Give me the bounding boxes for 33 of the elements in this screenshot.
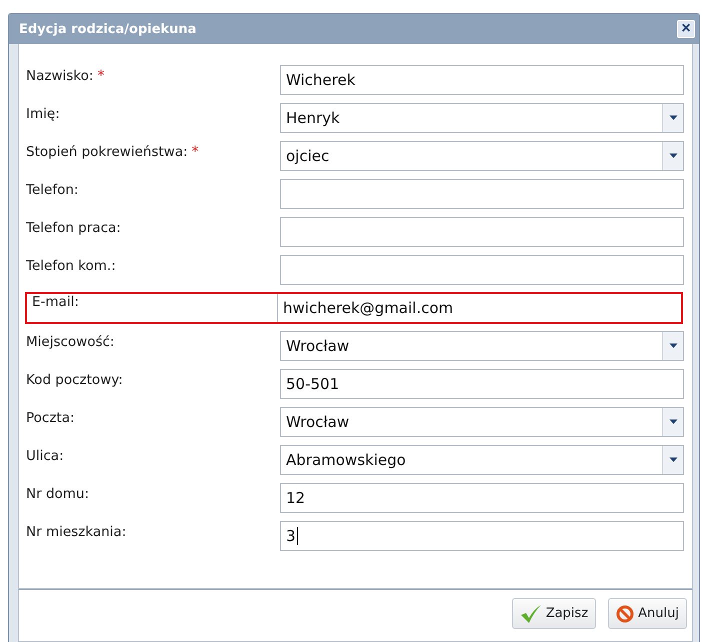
dropdown-field[interactable]: ojciec <box>280 141 684 171</box>
input-field[interactable]: 3 <box>280 521 684 551</box>
field-label: Miejscowość: <box>26 334 114 350</box>
field-label: Ulica: <box>26 448 64 464</box>
prohibited-icon <box>616 604 634 622</box>
field-label: Poczta: <box>26 410 75 426</box>
dropdown-field[interactable]: Abramowskiego <box>280 445 684 475</box>
field-label: Nr domu: <box>26 486 90 502</box>
dropdown-field[interactable]: Wrocław <box>280 407 684 437</box>
window-title: Edycja rodzica/opiekuna <box>19 22 196 36</box>
dropdown-field[interactable]: Wrocław <box>280 331 684 361</box>
field-label: Kod pocztowy: <box>26 372 123 388</box>
required-mark: * <box>192 144 199 160</box>
input-field[interactable] <box>280 217 684 247</box>
field-label: Telefon: <box>26 182 78 198</box>
input-field[interactable]: 50-501 <box>280 369 684 399</box>
field-label: Nazwisko: <box>26 68 94 84</box>
field-label: Telefon praca: <box>26 220 121 236</box>
input-field[interactable] <box>280 179 684 209</box>
input-field[interactable] <box>280 255 684 285</box>
checkmark-icon <box>520 604 542 624</box>
dropdown-field[interactable]: Henryk <box>280 103 684 133</box>
cancel-button[interactable]: Anuluj <box>608 598 687 629</box>
close-button[interactable]: × <box>677 20 695 38</box>
field-label: Telefon kom.: <box>26 258 116 274</box>
field-label: Stopień pokrewieństwa: <box>26 144 188 160</box>
required-mark: * <box>97 68 104 84</box>
field-label: E-mail: <box>32 294 79 310</box>
input-field[interactable]: Wicherek <box>280 65 684 95</box>
save-button[interactable]: Zapisz <box>512 598 596 629</box>
input-field[interactable]: 12 <box>280 483 684 513</box>
field-label: Imię: <box>26 106 60 122</box>
field-label: Nr mieszkania: <box>26 524 126 540</box>
